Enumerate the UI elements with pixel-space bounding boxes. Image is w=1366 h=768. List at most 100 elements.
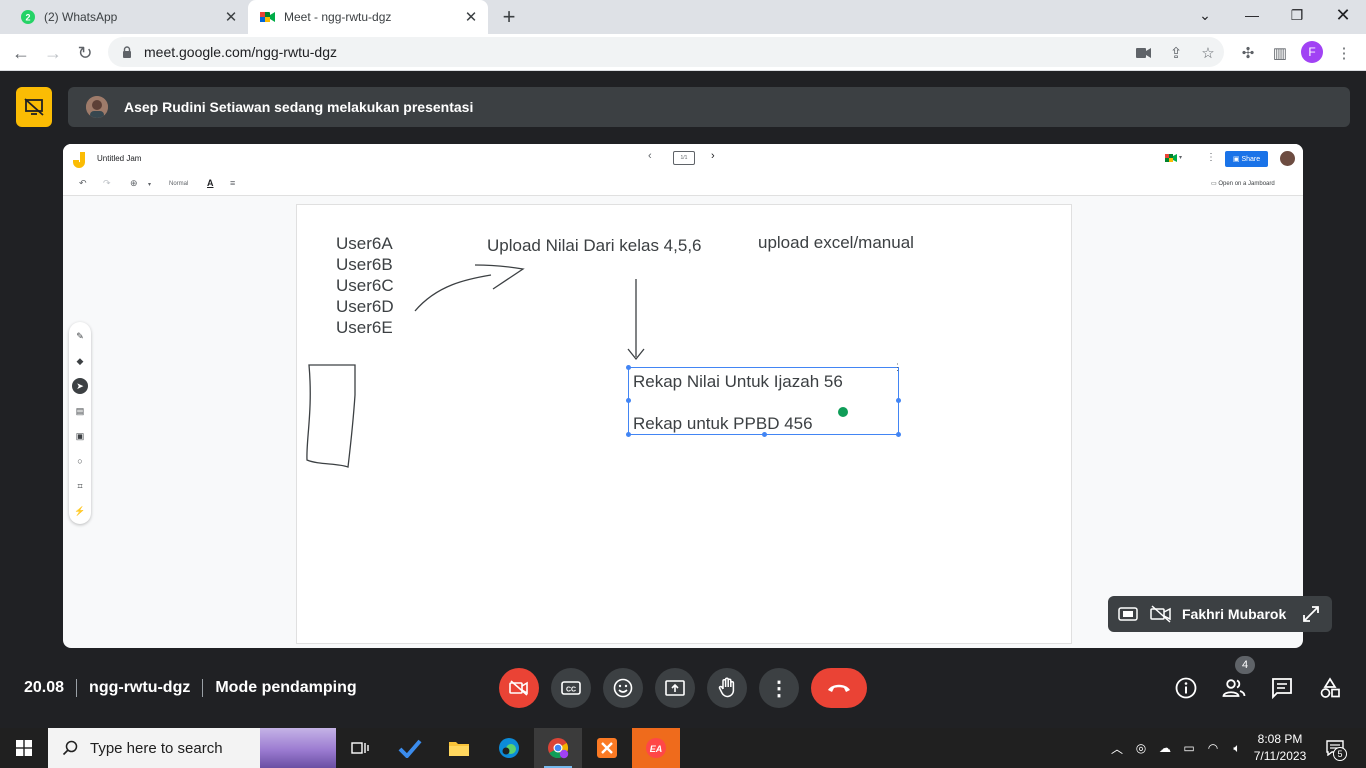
task-view-button[interactable] xyxy=(336,728,384,768)
captions-button[interactable]: CC xyxy=(551,668,591,708)
meeting-details-button[interactable] xyxy=(1174,676,1198,700)
raise-hand-button[interactable] xyxy=(707,668,747,708)
menu-kebab-icon[interactable]: ⋮ xyxy=(1332,41,1356,65)
volume-icon[interactable]: 🔈︎ xyxy=(1226,728,1248,768)
camera-off-icon xyxy=(509,680,528,696)
share-label: Share xyxy=(1241,155,1261,163)
shape-circle-icon[interactable]: ○ xyxy=(72,453,88,469)
reload-button[interactable]: ↻ xyxy=(70,38,100,68)
frame-bar[interactable]: 1/1 xyxy=(673,151,695,165)
redo-icon[interactable]: ↷ xyxy=(103,178,111,189)
companion-mode-label: Mode pendamping xyxy=(215,679,357,696)
open-on-jamboard-link[interactable]: ▭ Open on a Jamboard xyxy=(1211,180,1275,187)
google-meet-icon xyxy=(260,9,276,25)
share-page-icon[interactable]: ⇪ xyxy=(1164,41,1188,65)
more-options-button[interactable]: ⋮ xyxy=(759,668,799,708)
people-button[interactable] xyxy=(1222,676,1246,700)
start-button[interactable] xyxy=(0,728,48,768)
activities-button[interactable] xyxy=(1318,676,1342,700)
account-avatar[interactable] xyxy=(1280,151,1295,166)
sticky-note-icon[interactable]: ▤ xyxy=(72,403,88,419)
svg-text:2: 2 xyxy=(25,13,30,23)
side-panel-icon[interactable]: ▥ xyxy=(1268,41,1292,65)
resize-handle[interactable] xyxy=(626,398,631,403)
resize-handle[interactable] xyxy=(896,398,901,403)
close-tab-icon[interactable]: ✕ xyxy=(220,6,242,28)
battery-icon[interactable]: ▭ xyxy=(1178,728,1200,768)
profile-avatar[interactable]: F xyxy=(1301,41,1323,63)
image-icon[interactable]: ▣ xyxy=(72,428,88,444)
ea-app-button[interactable]: EA xyxy=(632,728,680,768)
tab-search-icon[interactable]: ⌄ xyxy=(1182,0,1228,30)
shared-screen: Untitled Jam ‹ 1/1 › ▾ ⋮ ▣ Share ↶ ↷ ⊕ ▾… xyxy=(63,144,1303,648)
reactions-button[interactable] xyxy=(603,668,643,708)
taskbar-search-box[interactable]: Type here to search xyxy=(48,728,336,768)
pen-icon[interactable]: ✎ xyxy=(72,328,88,344)
camera-icon[interactable] xyxy=(1132,41,1156,65)
presenter-banner-text: Asep Rudini Setiawan sedang melakukan pr… xyxy=(124,99,474,115)
resize-handle[interactable] xyxy=(626,365,631,370)
meeting-time: 20.08 xyxy=(24,679,65,696)
restore-button[interactable]: ❐ xyxy=(1274,0,1320,30)
close-tab-icon[interactable]: ✕ xyxy=(460,6,482,28)
onedrive-cloud-icon[interactable]: ☁ xyxy=(1154,728,1176,768)
stop-presenting-icon[interactable] xyxy=(16,87,52,127)
eraser-icon[interactable]: ◆ xyxy=(72,353,88,369)
emoji-icon xyxy=(613,678,633,698)
jam-canvas[interactable]: User6A User6B User6C User6D User6E Uploa… xyxy=(296,204,1072,644)
taskbar-clock[interactable]: 8:08 PM 7/11/2023 xyxy=(1250,731,1310,765)
resize-handle[interactable] xyxy=(626,432,631,437)
share-button[interactable]: ▣ Share xyxy=(1225,151,1268,167)
selected-text-box[interactable]: Rekap Nilai Untuk Ijazah 56 Rekap untuk … xyxy=(626,362,902,437)
windows-taskbar: Type here to search EA ︿ ◎ ☁ ▭ ◠ 🔈︎ 8:08… xyxy=(0,728,1366,768)
camera-toggle-button[interactable] xyxy=(499,668,539,708)
zoom-icon[interactable]: ⊕ xyxy=(130,178,138,189)
textbox-line-1: Rekap Nilai Untuk Ijazah 56 xyxy=(633,372,843,391)
chevron-down-icon[interactable]: ▾ xyxy=(148,181,151,188)
bookmark-star-icon[interactable]: ☆ xyxy=(1196,41,1220,65)
resize-handle[interactable] xyxy=(896,432,901,437)
present-screen-icon xyxy=(665,680,685,696)
edge-button[interactable] xyxy=(485,728,533,768)
jam-title[interactable]: Untitled Jam xyxy=(97,154,141,163)
next-frame-icon[interactable]: › xyxy=(711,150,715,162)
chrome-button[interactable] xyxy=(534,728,582,768)
self-view-tile[interactable]: Fakhri Mubarok xyxy=(1108,596,1332,632)
ea-logo-icon: EA xyxy=(646,738,666,758)
file-explorer-button[interactable] xyxy=(435,728,483,768)
expand-icon[interactable] xyxy=(1302,605,1320,623)
align-icon[interactable]: ≡ xyxy=(230,178,235,188)
search-placeholder: Type here to search xyxy=(90,739,223,757)
more-options-icon[interactable]: ⋮ xyxy=(893,362,902,373)
show-hidden-icons-icon[interactable]: ︿ xyxy=(1106,728,1128,768)
address-bar[interactable]: meet.google.com/ngg-rwtu-dgz xyxy=(108,37,1224,67)
back-button[interactable]: ← xyxy=(6,38,36,68)
leave-call-button[interactable] xyxy=(811,668,867,708)
tab-whatsapp[interactable]: 2 (2) WhatsApp ✕ xyxy=(8,0,248,34)
edge-icon xyxy=(499,738,519,758)
undo-icon[interactable]: ↶ xyxy=(79,178,87,189)
text-style-select[interactable]: Normal xyxy=(169,181,188,187)
text-color-icon[interactable]: A xyxy=(207,178,214,188)
chat-button[interactable] xyxy=(1270,676,1294,700)
prev-frame-icon[interactable]: ‹ xyxy=(648,150,652,162)
meet-now-icon[interactable]: ◎ xyxy=(1130,728,1152,768)
wifi-icon[interactable]: ◠ xyxy=(1202,728,1224,768)
present-button[interactable] xyxy=(655,668,695,708)
resize-handle[interactable] xyxy=(762,432,767,437)
xampp-button[interactable] xyxy=(583,728,631,768)
new-tab-button[interactable]: + xyxy=(496,4,522,30)
tab-meet[interactable]: Meet - ngg-rwtu-dgz ✕ xyxy=(248,0,488,34)
select-arrow-icon[interactable]: ➤ xyxy=(72,378,88,394)
chevron-down-icon[interactable]: ▾ xyxy=(1179,154,1182,161)
google-meet-icon[interactable] xyxy=(1165,153,1177,163)
laser-icon[interactable]: ⚡ xyxy=(72,503,88,519)
todo-app-button[interactable] xyxy=(386,728,434,768)
minimize-button[interactable]: — xyxy=(1229,0,1275,30)
close-window-button[interactable]: ✕ xyxy=(1320,0,1366,30)
jamboard-header: Untitled Jam ‹ 1/1 › ▾ ⋮ ▣ Share xyxy=(63,144,1303,174)
text-box-icon[interactable]: ⌗ xyxy=(72,478,88,494)
forward-button[interactable]: → xyxy=(38,38,68,68)
more-options-icon[interactable]: ⋮ xyxy=(1206,152,1216,163)
extensions-icon[interactable]: ✣ xyxy=(1236,41,1260,65)
